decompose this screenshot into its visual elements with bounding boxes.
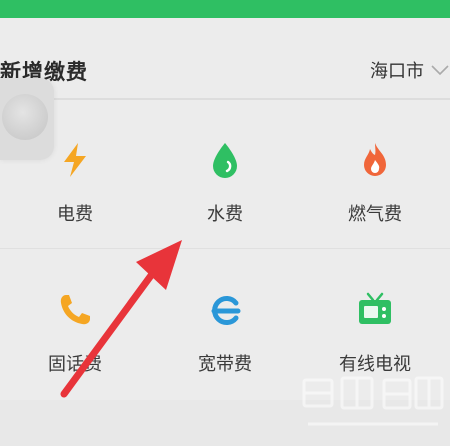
- broadband-e-icon: [211, 296, 241, 325]
- grid-item-label: 电费: [57, 204, 93, 225]
- grid-item-broadband[interactable]: 宽带费: [150, 250, 300, 400]
- floating-button-knob: [2, 94, 48, 140]
- watermark-logo-icon: [302, 376, 444, 426]
- phone-icon: [60, 295, 90, 325]
- header: 新增缴费 海口市: [0, 18, 450, 98]
- electricity-bolt-icon: [64, 143, 86, 177]
- top-green-bar: [0, 0, 450, 18]
- tv-icon: [359, 292, 391, 324]
- grid-item-water[interactable]: 水费: [150, 100, 300, 250]
- chevron-down-icon: [431, 65, 449, 76]
- grid-item-label: 水费: [207, 204, 243, 225]
- grid-item-landline[interactable]: 固话费: [0, 250, 150, 400]
- water-drop-icon: [213, 143, 237, 178]
- floating-assistive-button[interactable]: [0, 78, 54, 160]
- payment-grid: 电费 水费 燃气费 固话费 宽带费 有线电视: [0, 100, 450, 400]
- city-label: 海口市: [370, 61, 424, 82]
- grid-item-label: 宽带费: [198, 354, 252, 375]
- grid-item-label: 固话费: [48, 354, 102, 375]
- gas-flame-icon: [364, 143, 386, 176]
- grid-item-label: 燃气费: [348, 204, 402, 225]
- city-select[interactable]: 海口市: [370, 56, 450, 84]
- grid-item-gas[interactable]: 燃气费: [300, 100, 450, 250]
- row-divider: [0, 248, 450, 249]
